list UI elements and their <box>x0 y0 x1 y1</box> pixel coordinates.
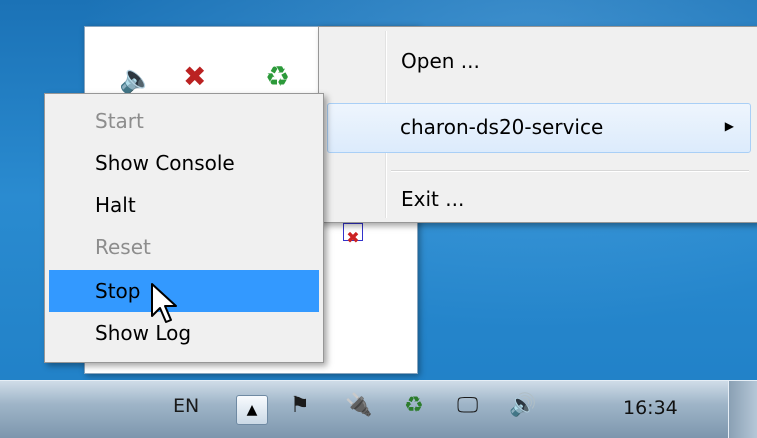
submenu-item-start[interactable]: Start <box>49 100 319 142</box>
show-desktop-button[interactable] <box>728 381 757 438</box>
tray-context-menu: Open ... charon-ds20-service ▶ Exit ... <box>318 26 757 223</box>
submenu-item-reset[interactable]: Reset <box>49 226 319 268</box>
volume-icon[interactable]: 🔊 <box>509 393 536 418</box>
menu-item-service-label: charon-ds20-service <box>400 115 604 139</box>
submenu-item-stop[interactable]: Stop <box>49 270 319 312</box>
submenu-item-start-label: Start <box>95 109 144 133</box>
clock[interactable]: 16:34 <box>623 397 678 419</box>
green-service-icon[interactable]: ♻ <box>265 63 290 91</box>
menu-item-service[interactable]: charon-ds20-service ▶ <box>327 103 751 153</box>
menu-item-exit-label: Exit ... <box>401 187 465 211</box>
submenu-arrow-icon: ▶ <box>724 119 734 133</box>
menu-item-open-label: Open ... <box>401 49 480 73</box>
power-icon[interactable]: 🔌 <box>345 393 372 418</box>
submenu-item-show-log[interactable]: Show Log <box>49 312 319 354</box>
taskbar: EN ▲ ⚑ 🔌 ♻ 🖵 🔊 16:34 <box>0 380 757 438</box>
show-hidden-icons-button[interactable]: ▲ <box>236 395 268 425</box>
submenu-item-reset-label: Reset <box>95 235 151 259</box>
service-submenu: Start Show Console Halt Reset Stop Show … <box>44 93 324 363</box>
submenu-item-halt[interactable]: Halt <box>49 184 319 226</box>
show-hidden-icons-icon: ▲ <box>246 402 258 418</box>
tools-icon[interactable]: ✖ <box>183 63 206 91</box>
network-green-icon[interactable]: ♻ <box>404 393 424 418</box>
menu-item-open[interactable]: Open ... <box>323 37 753 85</box>
action-center-flag-icon[interactable]: ⚑ <box>290 393 310 418</box>
language-indicator[interactable]: EN <box>173 395 199 417</box>
mouse-cursor-icon <box>151 283 177 323</box>
speaker-icon[interactable]: 🔈 <box>119 65 154 93</box>
network-icon[interactable]: 🖵 <box>457 393 478 418</box>
submenu-item-stop-label: Stop <box>95 279 141 303</box>
menu-item-exit[interactable]: Exit ... <box>323 175 753 223</box>
submenu-item-show-console[interactable]: Show Console <box>49 142 319 184</box>
submenu-item-show-console-label: Show Console <box>95 151 235 175</box>
submenu-item-halt-label: Halt <box>95 193 136 217</box>
red-service-icon[interactable]: ✖ <box>343 223 363 247</box>
menu-separator <box>391 170 749 172</box>
